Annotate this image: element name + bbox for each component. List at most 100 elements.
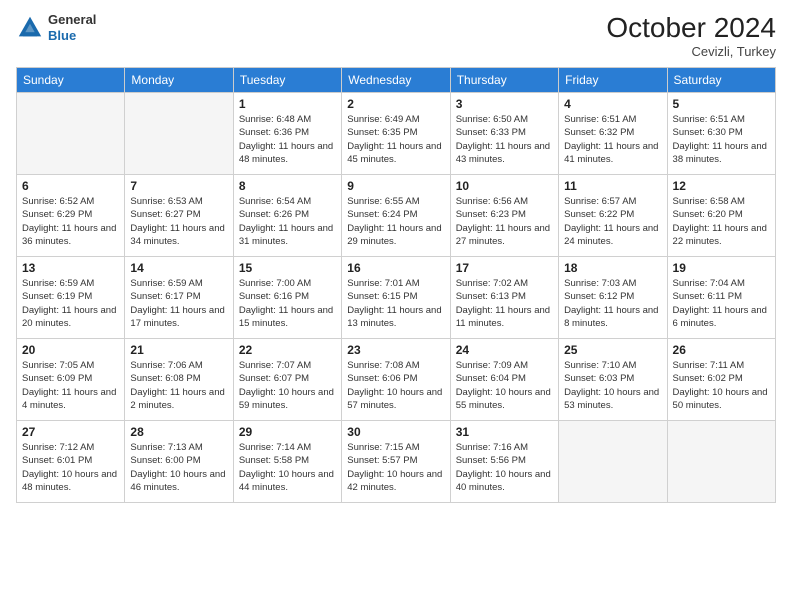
day-info: Sunrise: 6:59 AMSunset: 6:19 PMDaylight:… <box>22 277 119 330</box>
day-number: 9 <box>347 179 444 193</box>
calendar-cell: 12 Sunrise: 6:58 AMSunset: 6:20 PMDayligh… <box>667 175 775 257</box>
calendar-cell: 30 Sunrise: 7:15 AMSunset: 5:57 PMDayligh… <box>342 421 450 503</box>
day-info: Sunrise: 7:07 AMSunset: 6:07 PMDaylight:… <box>239 359 336 412</box>
month-title: October 2024 <box>606 12 776 44</box>
day-info: Sunrise: 7:02 AMSunset: 6:13 PMDaylight:… <box>456 277 553 330</box>
calendar-cell: 11 Sunrise: 6:57 AMSunset: 6:22 PMDayligh… <box>559 175 667 257</box>
calendar-cell: 25Sunrise: 7:10 AMSunset: 6:03 PMDayligh… <box>559 339 667 421</box>
col-wednesday: Wednesday <box>342 68 450 93</box>
calendar-cell: 14Sunrise: 6:59 AMSunset: 6:17 PMDayligh… <box>125 257 233 339</box>
day-info: Sunrise: 6:48 AMSunset: 6:36 PMDaylight:… <box>239 113 336 166</box>
day-info: Sunrise: 6:50 AMSunset: 6:33 PMDaylight:… <box>456 113 553 166</box>
day-info: Sunrise: 6:59 AMSunset: 6:17 PMDaylight:… <box>130 277 227 330</box>
day-number: 25 <box>564 343 661 357</box>
day-number: 19 <box>673 261 770 275</box>
calendar-cell: 2 Sunrise: 6:49 AMSunset: 6:35 PMDaylight… <box>342 93 450 175</box>
day-number: 11 <box>564 179 661 193</box>
calendar-cell <box>125 93 233 175</box>
calendar-cell: 3 Sunrise: 6:50 AMSunset: 6:33 PMDaylight… <box>450 93 558 175</box>
day-number: 21 <box>130 343 227 357</box>
day-info: Sunrise: 6:49 AMSunset: 6:35 PMDaylight:… <box>347 113 444 166</box>
day-info: Sunrise: 7:13 AMSunset: 6:00 PMDaylight:… <box>130 441 227 494</box>
col-thursday: Thursday <box>450 68 558 93</box>
calendar-cell: 21Sunrise: 7:06 AMSunset: 6:08 PMDayligh… <box>125 339 233 421</box>
day-info: Sunrise: 7:05 AMSunset: 6:09 PMDaylight:… <box>22 359 119 412</box>
day-number: 26 <box>673 343 770 357</box>
day-info: Sunrise: 7:12 AMSunset: 6:01 PMDaylight:… <box>22 441 119 494</box>
day-info: Sunrise: 6:51 AMSunset: 6:30 PMDaylight:… <box>673 113 770 166</box>
day-info: Sunrise: 7:08 AMSunset: 6:06 PMDaylight:… <box>347 359 444 412</box>
calendar-cell <box>559 421 667 503</box>
day-info: Sunrise: 6:53 AMSunset: 6:27 PMDaylight:… <box>130 195 227 248</box>
day-info: Sunrise: 6:58 AMSunset: 6:20 PMDaylight:… <box>673 195 770 248</box>
calendar-cell: 15 Sunrise: 7:00 AMSunset: 6:16 PMDayligh… <box>233 257 341 339</box>
calendar-cell: 1 Sunrise: 6:48 AMSunset: 6:36 PMDaylight… <box>233 93 341 175</box>
day-number: 6 <box>22 179 119 193</box>
calendar-cell: 8 Sunrise: 6:54 AMSunset: 6:26 PMDaylight… <box>233 175 341 257</box>
calendar-cell: 24Sunrise: 7:09 AMSunset: 6:04 PMDayligh… <box>450 339 558 421</box>
day-number: 20 <box>22 343 119 357</box>
day-number: 13 <box>22 261 119 275</box>
col-tuesday: Tuesday <box>233 68 341 93</box>
day-number: 16 <box>347 261 444 275</box>
col-friday: Friday <box>559 68 667 93</box>
location-subtitle: Cevizli, Turkey <box>606 44 776 59</box>
day-number: 3 <box>456 97 553 111</box>
day-number: 1 <box>239 97 336 111</box>
day-info: Sunrise: 6:55 AMSunset: 6:24 PMDaylight:… <box>347 195 444 248</box>
logo-general: General <box>48 12 96 27</box>
calendar-cell: 10 Sunrise: 6:56 AMSunset: 6:23 PMDayligh… <box>450 175 558 257</box>
day-number: 17 <box>456 261 553 275</box>
calendar-cell: 29Sunrise: 7:14 AMSunset: 5:58 PMDayligh… <box>233 421 341 503</box>
day-number: 7 <box>130 179 227 193</box>
day-info: Sunrise: 7:16 AMSunset: 5:56 PMDaylight:… <box>456 441 553 494</box>
day-info: Sunrise: 7:00 AMSunset: 6:16 PMDaylight:… <box>239 277 336 330</box>
calendar-cell: 19Sunrise: 7:04 AMSunset: 6:11 PMDayligh… <box>667 257 775 339</box>
day-info: Sunrise: 7:01 AMSunset: 6:15 PMDaylight:… <box>347 277 444 330</box>
day-info: Sunrise: 7:09 AMSunset: 6:04 PMDaylight:… <box>456 359 553 412</box>
day-number: 10 <box>456 179 553 193</box>
day-number: 30 <box>347 425 444 439</box>
header: General Blue October 2024 Cevizli, Turke… <box>16 12 776 59</box>
day-info: Sunrise: 6:52 AMSunset: 6:29 PMDaylight:… <box>22 195 119 248</box>
col-sunday: Sunday <box>17 68 125 93</box>
calendar-cell: 7 Sunrise: 6:53 AMSunset: 6:27 PMDaylight… <box>125 175 233 257</box>
day-number: 28 <box>130 425 227 439</box>
calendar-cell: 20 Sunrise: 7:05 AMSunset: 6:09 PMDayligh… <box>17 339 125 421</box>
day-info: Sunrise: 7:15 AMSunset: 5:57 PMDaylight:… <box>347 441 444 494</box>
calendar-week-row-4: 20 Sunrise: 7:05 AMSunset: 6:09 PMDayligh… <box>17 339 776 421</box>
calendar-cell: 4 Sunrise: 6:51 AMSunset: 6:32 PMDaylight… <box>559 93 667 175</box>
calendar: Sunday Monday Tuesday Wednesday Thursday… <box>16 67 776 503</box>
day-number: 8 <box>239 179 336 193</box>
calendar-week-row-5: 27 Sunrise: 7:12 AMSunset: 6:01 PMDayligh… <box>17 421 776 503</box>
day-number: 27 <box>22 425 119 439</box>
calendar-cell: 13 Sunrise: 6:59 AMSunset: 6:19 PMDayligh… <box>17 257 125 339</box>
calendar-cell: 9 Sunrise: 6:55 AMSunset: 6:24 PMDaylight… <box>342 175 450 257</box>
calendar-header-row: Sunday Monday Tuesday Wednesday Thursday… <box>17 68 776 93</box>
calendar-cell: 22Sunrise: 7:07 AMSunset: 6:07 PMDayligh… <box>233 339 341 421</box>
day-number: 12 <box>673 179 770 193</box>
day-number: 23 <box>347 343 444 357</box>
day-info: Sunrise: 7:03 AMSunset: 6:12 PMDaylight:… <box>564 277 661 330</box>
page: General Blue October 2024 Cevizli, Turke… <box>0 0 792 612</box>
calendar-cell: 18Sunrise: 7:03 AMSunset: 6:12 PMDayligh… <box>559 257 667 339</box>
col-saturday: Saturday <box>667 68 775 93</box>
calendar-cell: 23 Sunrise: 7:08 AMSunset: 6:06 PMDayligh… <box>342 339 450 421</box>
calendar-cell: 16 Sunrise: 7:01 AMSunset: 6:15 PMDayligh… <box>342 257 450 339</box>
day-info: Sunrise: 6:57 AMSunset: 6:22 PMDaylight:… <box>564 195 661 248</box>
day-info: Sunrise: 6:51 AMSunset: 6:32 PMDaylight:… <box>564 113 661 166</box>
day-number: 4 <box>564 97 661 111</box>
col-monday: Monday <box>125 68 233 93</box>
calendar-cell: 26Sunrise: 7:11 AMSunset: 6:02 PMDayligh… <box>667 339 775 421</box>
day-number: 2 <box>347 97 444 111</box>
calendar-week-row-3: 13 Sunrise: 6:59 AMSunset: 6:19 PMDayligh… <box>17 257 776 339</box>
calendar-cell: 6 Sunrise: 6:52 AMSunset: 6:29 PMDaylight… <box>17 175 125 257</box>
calendar-cell <box>667 421 775 503</box>
day-number: 15 <box>239 261 336 275</box>
calendar-cell: 5 Sunrise: 6:51 AMSunset: 6:30 PMDaylight… <box>667 93 775 175</box>
day-info: Sunrise: 6:56 AMSunset: 6:23 PMDaylight:… <box>456 195 553 248</box>
calendar-cell: 28 Sunrise: 7:13 AMSunset: 6:00 PMDayligh… <box>125 421 233 503</box>
logo-blue: Blue <box>48 28 76 43</box>
day-number: 5 <box>673 97 770 111</box>
day-info: Sunrise: 6:54 AMSunset: 6:26 PMDaylight:… <box>239 195 336 248</box>
